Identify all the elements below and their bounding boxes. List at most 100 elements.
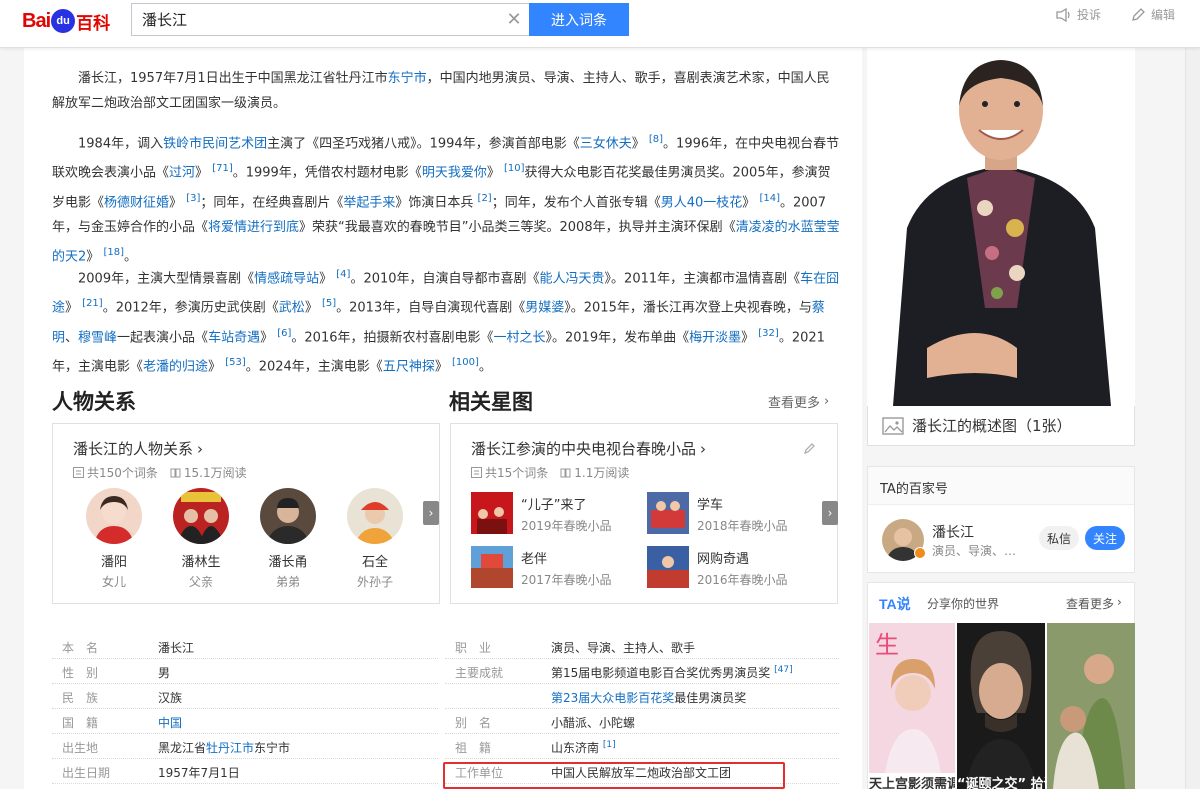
text: 黑龙江省 xyxy=(158,741,207,755)
text: 。 xyxy=(478,359,492,375)
show-item[interactable]: 学车 2018年春晚小品 xyxy=(647,492,788,534)
baidu-baike-logo[interactable]: Bai du 百科 xyxy=(22,9,110,33)
link[interactable]: 老潘的归途 xyxy=(143,359,208,374)
link[interactable]: 举起手来 xyxy=(343,195,395,210)
link[interactable]: 杨德财征婚 xyxy=(104,195,169,210)
ref[interactable]: [4] xyxy=(336,269,350,280)
chevron-right-icon: › xyxy=(428,506,434,520)
text: 。2012年，参演历史武侠剧《 xyxy=(102,300,279,316)
video-thumbnail[interactable]: “诞颐之交” 拾谨拾 xyxy=(957,623,1045,789)
link[interactable]: 一村之长 xyxy=(494,330,546,345)
star-map-more-link[interactable]: 查看更多 › xyxy=(768,392,829,411)
link-dongning[interactable]: 东宁市 xyxy=(388,71,427,86)
text: ；同年，发布个人首张专辑《 xyxy=(491,194,661,210)
text: 》 xyxy=(741,329,755,345)
info-value-link[interactable]: 中国 xyxy=(158,714,182,731)
link-baihua-award[interactable]: 第23届大众电影百花奖 xyxy=(551,691,674,705)
star-map-card-title[interactable]: 潘长江参演的中央电视台春晚小品 › xyxy=(471,438,706,459)
report-label: 投诉 xyxy=(1077,8,1102,22)
ref[interactable]: [100] xyxy=(452,357,479,368)
verified-icon xyxy=(914,547,926,559)
search-input[interactable] xyxy=(132,10,499,29)
avatar xyxy=(86,488,142,544)
chevron-right-icon: › xyxy=(700,439,707,458)
tashuo-more-link[interactable]: 查看更多 › xyxy=(1066,595,1122,612)
text: 》饰演日本兵 xyxy=(395,194,474,210)
relations-meta: 共150个词条 15.1万阅读 xyxy=(73,464,259,481)
edit-button[interactable]: 编辑 xyxy=(1130,6,1175,23)
ref[interactable]: [6] xyxy=(277,328,291,339)
text: 》。2019年，发布单曲《 xyxy=(545,329,690,345)
link[interactable]: 男媒婆 xyxy=(525,301,564,316)
link[interactable]: 明天我爱你 xyxy=(422,166,487,181)
author-name[interactable]: 潘长江 xyxy=(932,522,974,542)
ref[interactable]: [53] xyxy=(225,357,246,368)
link[interactable]: 三女休夫 xyxy=(580,136,632,151)
avatar xyxy=(347,488,403,544)
show-item[interactable]: “儿子”来了 2019年春晚小品 xyxy=(471,492,612,534)
text: 》 xyxy=(169,194,183,210)
book-icon xyxy=(170,468,181,478)
ref[interactable]: [3] xyxy=(186,193,200,204)
report-button[interactable]: 投诉 xyxy=(1056,6,1101,23)
ref[interactable]: [71] xyxy=(212,163,233,174)
info-label: 职 业 xyxy=(455,641,492,655)
relations-next-button[interactable]: › xyxy=(423,501,439,525)
relations-title: 人物关系 xyxy=(52,390,136,414)
link[interactable]: 情感疏导站 xyxy=(254,271,319,286)
link[interactable]: 将爱情进行到底 xyxy=(208,220,299,235)
show-title: 学车 xyxy=(697,498,724,513)
scrollbar[interactable] xyxy=(1185,0,1200,789)
ref[interactable]: [14] xyxy=(759,193,780,204)
relations-card-title[interactable]: 潘长江的人物关系 › xyxy=(73,438,203,459)
portrait-image[interactable] xyxy=(867,48,1135,406)
link[interactable]: 穆雪峰 xyxy=(78,330,117,345)
show-item[interactable]: 老伴 2017年春晚小品 xyxy=(471,546,612,588)
ref[interactable]: [21] xyxy=(82,298,103,309)
link[interactable]: 过河 xyxy=(169,166,195,181)
career-paragraph-1: 1984年，调入铁岭市民间艺术团主演了《四圣巧戏猪八戒》。1994年，参演首部电… xyxy=(52,127,842,269)
ref[interactable]: [8] xyxy=(649,134,663,145)
overview-caption[interactable]: 潘长江的概述图（1张） xyxy=(867,406,1135,446)
show-title: 网购奇遇 xyxy=(697,552,750,567)
ref[interactable]: [5] xyxy=(322,298,336,309)
ref[interactable]: [2] xyxy=(478,193,492,204)
link[interactable]: 能人冯天贵 xyxy=(540,271,605,286)
link-mudanjiang[interactable]: 牡丹江市 xyxy=(206,741,254,755)
enter-entry-button[interactable]: 进入词条 xyxy=(529,3,629,36)
text: 》。2015年，潘长江再次登上央视春晚，与 xyxy=(564,300,812,316)
view-count: 15.1万阅读 xyxy=(183,466,247,480)
message-button[interactable]: 私信 xyxy=(1039,526,1079,550)
info-label: 性 别 xyxy=(62,666,99,680)
person-name: 潘长甬 xyxy=(268,555,308,570)
show-item[interactable]: 网购奇遇 2016年春晚小品 xyxy=(647,546,788,588)
info-row: 别 名 小醋派、小陀螺 xyxy=(445,709,839,734)
link[interactable]: 五尺神探 xyxy=(383,359,435,374)
link[interactable]: 梅开淡墨 xyxy=(689,330,741,345)
star-map-next-button[interactable]: › xyxy=(822,501,838,525)
ref[interactable]: [10] xyxy=(504,163,525,174)
info-value: 黑龙江省牡丹江市东宁市 xyxy=(158,739,290,756)
link[interactable]: 男人40一枝花 xyxy=(661,195,743,210)
ref[interactable]: [18] xyxy=(103,247,124,258)
info-row: 祖 籍 山东济南 [1] xyxy=(445,734,839,759)
text: 》 xyxy=(208,359,222,375)
caption-text: 潘长江的概述图（1张） xyxy=(912,417,1072,435)
ref[interactable]: [47] xyxy=(774,665,792,675)
person-card[interactable]: 潘长甬 弟弟 xyxy=(253,488,323,590)
person-role: 外孙子 xyxy=(356,575,393,589)
person-card[interactable]: 潘阳 女儿 xyxy=(79,488,149,590)
link[interactable]: 武松 xyxy=(279,301,305,316)
ref[interactable]: [32] xyxy=(758,328,779,339)
person-card[interactable]: 石全 外孙子 xyxy=(340,488,410,590)
search-box: ✕ xyxy=(131,3,529,36)
video-thumbnail[interactable] xyxy=(1047,623,1135,789)
link[interactable]: 车站奇遇 xyxy=(208,330,260,345)
follow-button[interactable]: 关注 xyxy=(1085,526,1125,550)
video-thumbnail[interactable]: 生 xyxy=(869,623,955,789)
person-card[interactable]: 潘林生 父亲 xyxy=(166,488,236,590)
pencil-icon[interactable] xyxy=(803,441,817,455)
link[interactable]: 铁岭市民间艺术团 xyxy=(163,136,267,151)
clear-icon[interactable]: ✕ xyxy=(499,9,529,30)
ref[interactable]: [1] xyxy=(603,740,616,750)
